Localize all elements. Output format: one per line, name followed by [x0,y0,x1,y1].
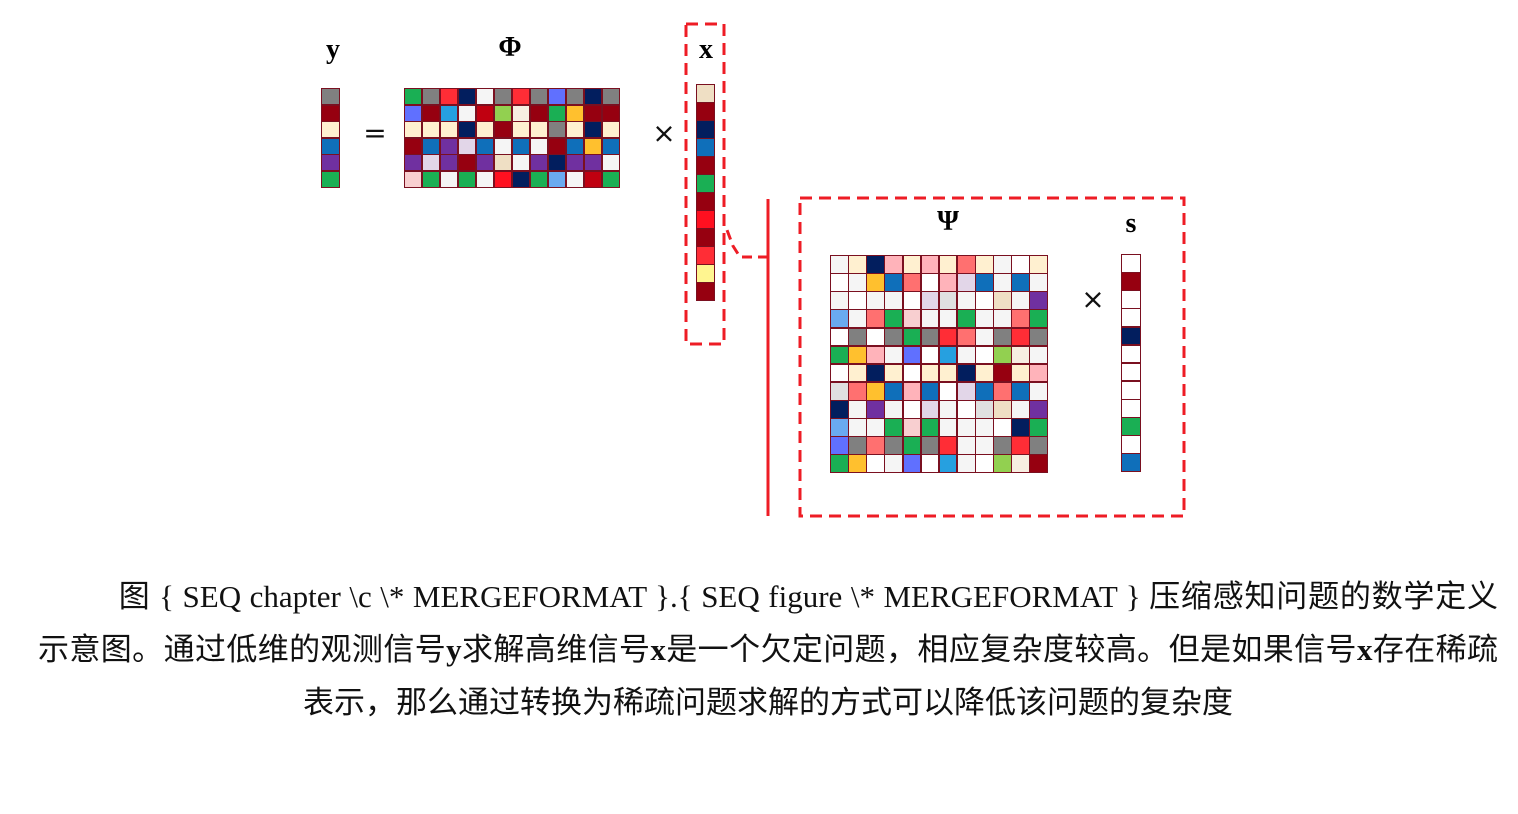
x-highlight-box [684,22,726,346]
caption-text: 求解高维信号 [461,632,651,667]
figure-caption: 图 { SEQ chapter \c \* MERGEFORMAT }.{ SE… [38,570,1498,729]
caption-var-x: x [650,632,666,667]
sparse-representation-box [798,196,1186,518]
connector-line [725,229,768,259]
annotation-overlay [684,22,1186,518]
caption-var-x: x [1356,632,1373,667]
caption-var-y: y [446,632,462,667]
caption-text: 是一个欠定问题，相应复杂度较高。但是如果信号 [665,632,1357,667]
